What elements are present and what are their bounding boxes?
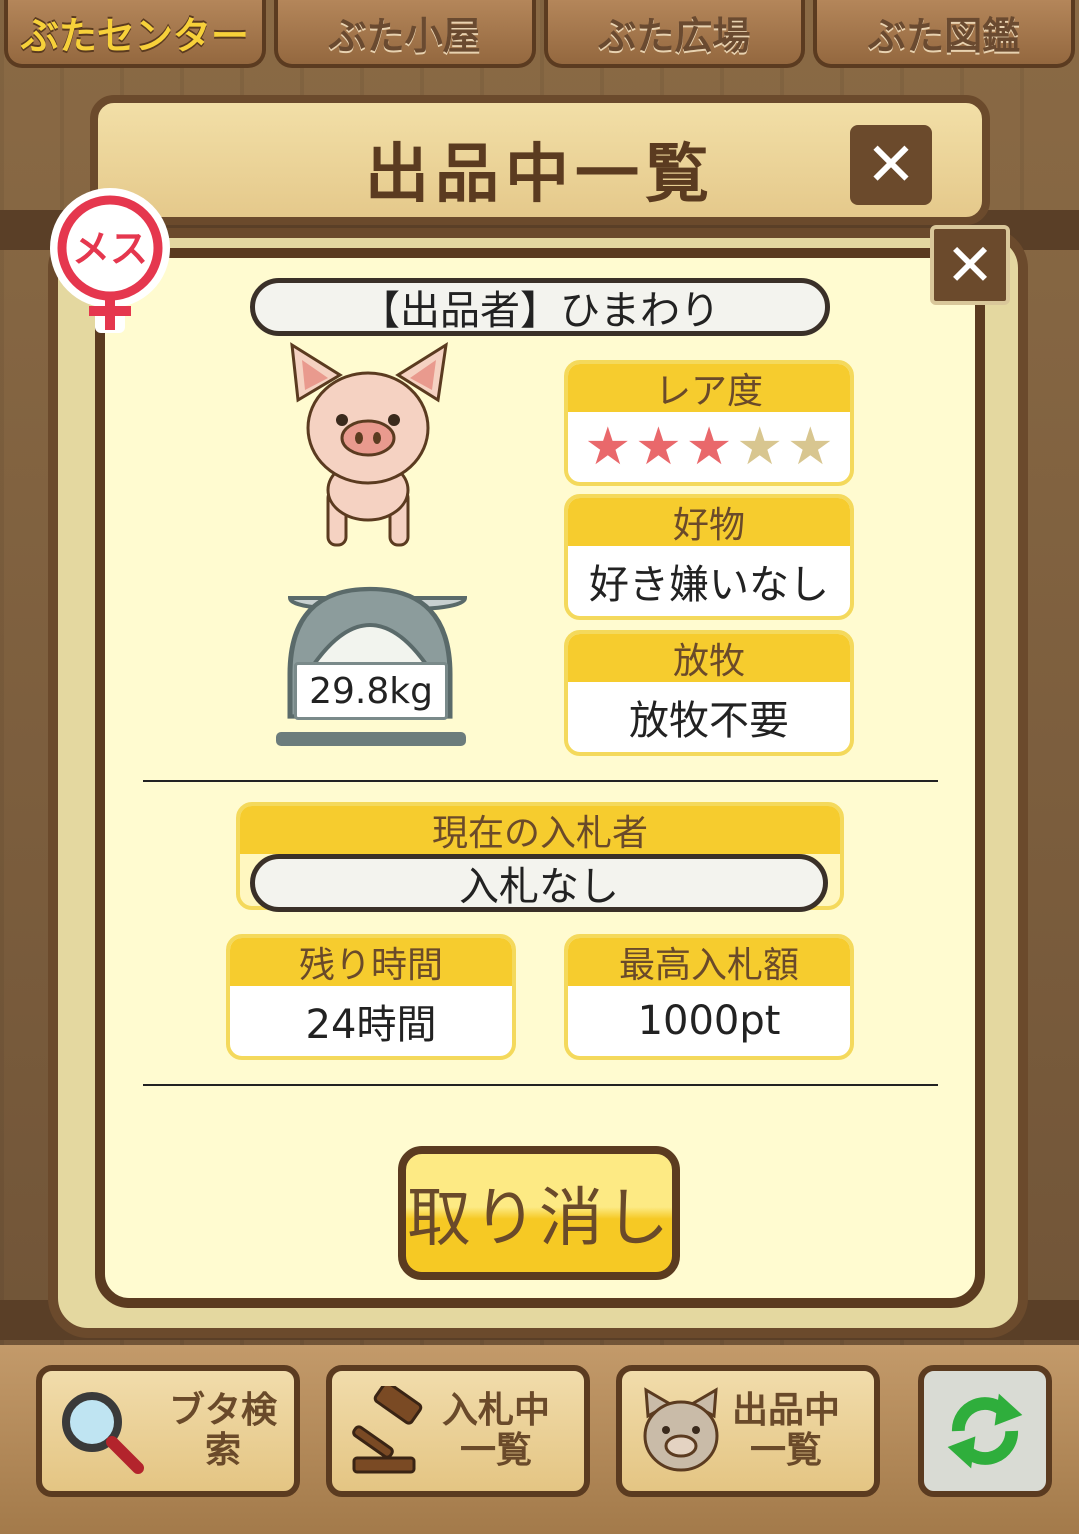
pig-face-icon	[643, 1387, 719, 1472]
dialog-title-board: 出品中一覧 ✕	[90, 95, 990, 225]
top-tab-bar: ぶたセンター ぶた小屋 ぶた広場 ぶた図鑑	[0, 0, 1079, 70]
star-filled-icon: ★	[635, 417, 682, 477]
rarity-box: レア度 ★ ★ ★ ★ ★	[564, 360, 854, 486]
divider	[143, 1084, 938, 1086]
tab-buta-hut[interactable]: ぶた小屋	[273, 0, 536, 68]
dialog-close-button[interactable]: ✕	[850, 125, 932, 205]
pig-weight: 29.8kg	[294, 662, 448, 720]
listing-list-button[interactable]: 出品中 一覧	[616, 1365, 880, 1497]
close-icon: ✕	[865, 130, 917, 200]
magnifier-icon	[62, 1392, 144, 1474]
cancel-listing-button[interactable]: 取り消し	[398, 1146, 680, 1280]
seller-name: 【出品者】ひまわり	[250, 278, 830, 336]
highest-bid-value: 1000pt	[637, 998, 781, 1044]
grazing-box: 放牧 放牧不要	[564, 630, 854, 756]
bidding-list-label-line1: 入札中	[442, 1390, 551, 1432]
star-filled-icon: ★	[584, 417, 632, 477]
rarity-header: レア度	[568, 364, 850, 412]
favorite-food-header: 好物	[568, 498, 850, 546]
tab-buta-encyclopedia[interactable]: ぶた図鑑	[813, 0, 1075, 68]
favorite-food-value: 好き嫌いなし	[589, 562, 829, 608]
highest-bid-header: 最高入札額	[568, 938, 850, 986]
highest-bid-box: 最高入札額 1000pt	[564, 934, 854, 1060]
pig-search-label: ブタ検索	[168, 1390, 277, 1471]
listing-list-label-line2: 一覧	[750, 1430, 823, 1471]
star-empty-icon: ★	[786, 417, 834, 477]
time-left-value: 24時間	[305, 1002, 437, 1048]
female-gender-icon: メス	[50, 188, 170, 333]
favorite-food-box: 好物 好き嫌いなし	[564, 494, 854, 620]
close-icon: ✕	[945, 231, 995, 299]
gavel-icon	[352, 1386, 423, 1474]
rarity-stars: ★ ★ ★ ★ ★	[568, 412, 850, 482]
grazing-header: 放牧	[568, 634, 850, 682]
tab-buta-center[interactable]: ぶたセンター	[4, 0, 266, 68]
divider	[143, 780, 938, 782]
refresh-button[interactable]	[918, 1365, 1052, 1497]
time-left-header: 残り時間	[230, 938, 512, 986]
time-left-box: 残り時間 24時間	[226, 934, 516, 1060]
listing-list-label-line1: 出品中	[732, 1390, 841, 1432]
refresh-icon	[947, 1393, 1023, 1469]
grazing-value: 放牧不要	[629, 698, 789, 744]
tab-buta-plaza[interactable]: ぶた広場	[543, 0, 806, 68]
current-bidder-value: 入札なし	[250, 854, 828, 912]
listing-close-button[interactable]: ✕	[930, 225, 1010, 305]
star-empty-icon: ★	[736, 417, 783, 477]
bidding-list-label-line2: 一覧	[460, 1430, 533, 1471]
current-bidder-header: 現在の入札者	[240, 806, 840, 854]
star-filled-icon: ★	[685, 417, 733, 477]
gender-label: メス	[72, 227, 148, 271]
bidding-list-button[interactable]: 入札中 一覧	[326, 1365, 590, 1497]
pig-search-button[interactable]: ブタ検索	[36, 1365, 300, 1497]
